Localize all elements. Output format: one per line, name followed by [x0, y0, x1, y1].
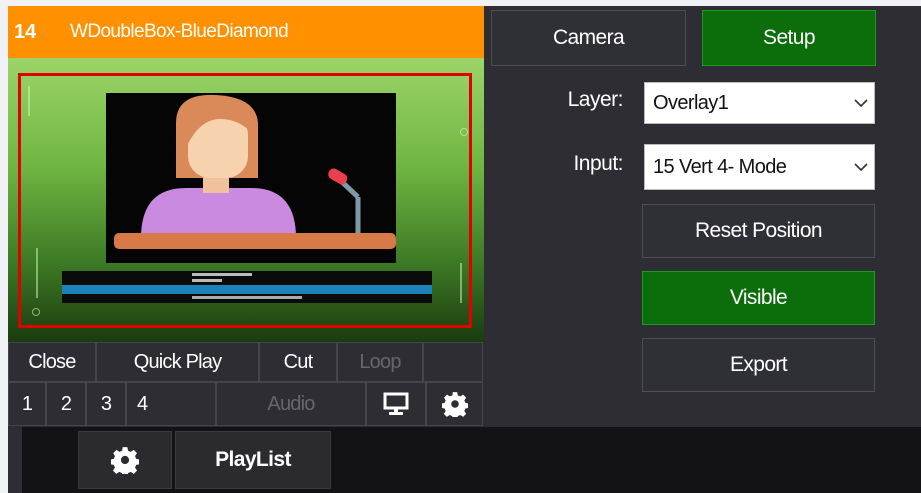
camera-button[interactable]: Camera [491, 10, 686, 66]
overlay-4-button[interactable]: 4 [126, 382, 216, 426]
empty-button [423, 342, 483, 382]
gear-icon [111, 447, 139, 474]
bottom-toolbar: PlayList [8, 427, 921, 493]
layer-value: Overlay1 [653, 91, 729, 114]
cut-button[interactable]: Cut [259, 342, 337, 382]
input-value: 15 Vert 4- Mode [653, 155, 787, 178]
input-preview[interactable] [8, 58, 484, 342]
monitor-button[interactable] [366, 382, 426, 426]
input-settings-button[interactable] [426, 382, 483, 426]
audio-button[interactable]: Audio [216, 382, 366, 426]
layer-dropdown[interactable]: Overlay1 [644, 82, 875, 124]
reset-position-button[interactable]: Reset Position [642, 204, 875, 258]
overlay-3-button[interactable]: 3 [86, 382, 126, 426]
bottom-left-button[interactable] [8, 427, 22, 493]
input-dropdown[interactable]: 15 Vert 4- Mode [644, 144, 875, 190]
gear-icon [441, 392, 468, 417]
overlay-2-button[interactable]: 2 [46, 382, 86, 426]
input-label: Input: [573, 152, 623, 175]
input-name: WDoubleBox-BlueDiamond [70, 21, 289, 42]
setup-button[interactable]: Setup [702, 10, 876, 66]
input-title-bar[interactable]: 14 WDoubleBox-BlueDiamond [8, 6, 484, 58]
close-button[interactable]: Close [8, 342, 96, 382]
vmix-input-window: 14 WDoubleBox-BlueDiamond Close Quick Pl… [8, 6, 921, 493]
settings-button[interactable] [78, 431, 172, 489]
chevron-down-icon [848, 145, 874, 189]
quick-play-button[interactable]: Quick Play [96, 342, 259, 382]
loop-button[interactable]: Loop [337, 342, 423, 382]
layer-label: Layer: [567, 88, 624, 111]
chevron-down-icon [848, 83, 874, 123]
export-button[interactable]: Export [642, 338, 875, 392]
selected-layer-outline [18, 73, 472, 328]
input-number: 14 [14, 21, 37, 43]
visible-toggle-button[interactable]: Visible [642, 271, 875, 325]
overlay-1-button[interactable]: 1 [8, 382, 46, 426]
playlist-button[interactable]: PlayList [175, 431, 331, 489]
monitor-icon [383, 392, 409, 415]
